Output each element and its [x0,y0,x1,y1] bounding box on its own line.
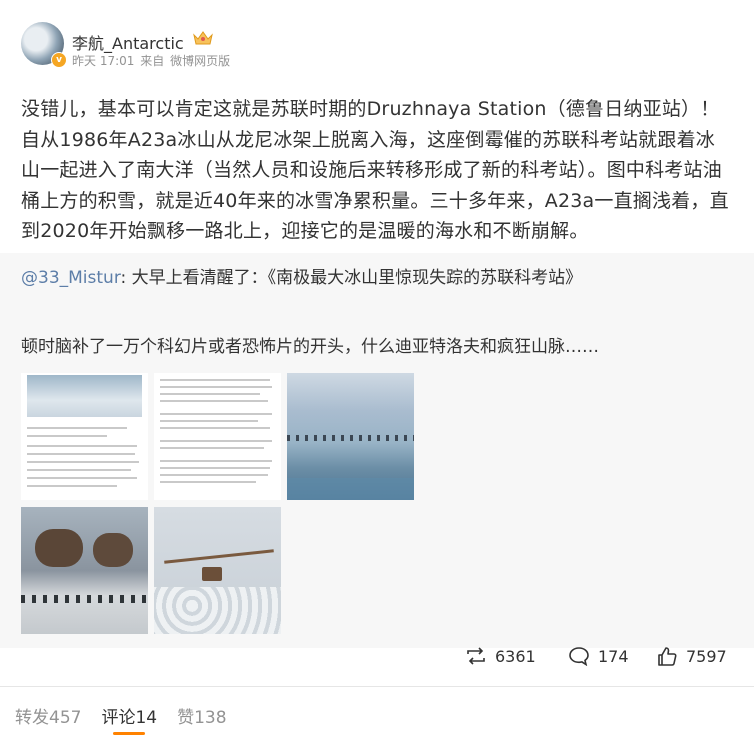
weibo-post-card: v 李航_Antarctic 昨天 17:01 来自 微博网页版 没错儿，基本可… [0,0,754,742]
repost-action[interactable]: 6361 [465,644,536,668]
like-count: 7597 [686,646,727,666]
bottom-tabs: 转发457 评论14 赞138 [15,703,247,735]
repost-mention[interactable]: @33_Mistur [21,268,121,288]
repost-text-2: 顿时脑补了一万个科幻片或者恐怖片的开头，什么迪亚特洛夫和疯狂山脉…… [21,337,599,357]
comment-action[interactable]: 174 [568,644,629,668]
tab-repost[interactable]: 转发457 [15,703,81,728]
comment-count: 174 [598,646,629,666]
thumbnail-sea-ice-barrel[interactable] [154,507,281,634]
post-meta: 昨天 17:01 来自 微博网页版 [72,52,232,69]
like-action[interactable]: 7597 [656,644,727,668]
source-prefix: 来自 [140,54,165,68]
vip-crown-icon[interactable] [192,29,214,47]
thumbs-up-icon [658,647,677,666]
verified-badge-icon: v [51,52,67,68]
thumbnail-news-screenshot-2[interactable] [154,373,281,500]
comment-icon [569,647,589,666]
thumbnail-iceberg-wall[interactable] [287,373,414,500]
thumbnail-news-screenshot-1[interactable] [21,373,148,500]
avatar[interactable]: v [21,22,67,68]
divider [0,686,754,687]
active-tab-indicator [113,732,146,735]
post-time[interactable]: 昨天 17:01 [72,54,134,68]
tab-like[interactable]: 赞138 [177,703,226,728]
author-name[interactable]: 李航_Antarctic [72,30,184,54]
post-source[interactable]: 微博网页版 [170,54,230,68]
post-text: 没错儿，基本可以肯定这就是苏联时期的Druzhnaya Station（德鲁日纳… [21,98,729,242]
repost-text: : 大早上看清醒了：《南极最大冰山里惊现失踪的苏联科考站》 [120,268,583,288]
tab-comment-label: 评论14 [101,708,158,728]
repost-count: 6361 [495,646,536,666]
tab-comment[interactable]: 评论14 [101,703,158,735]
repost-line: @33_Mistur: 大早上看清醒了：《南极最大冰山里惊现失踪的苏联科考站》 [21,265,733,291]
thumbnail-ice-tanks[interactable] [21,507,148,634]
repost-icon [467,647,485,665]
